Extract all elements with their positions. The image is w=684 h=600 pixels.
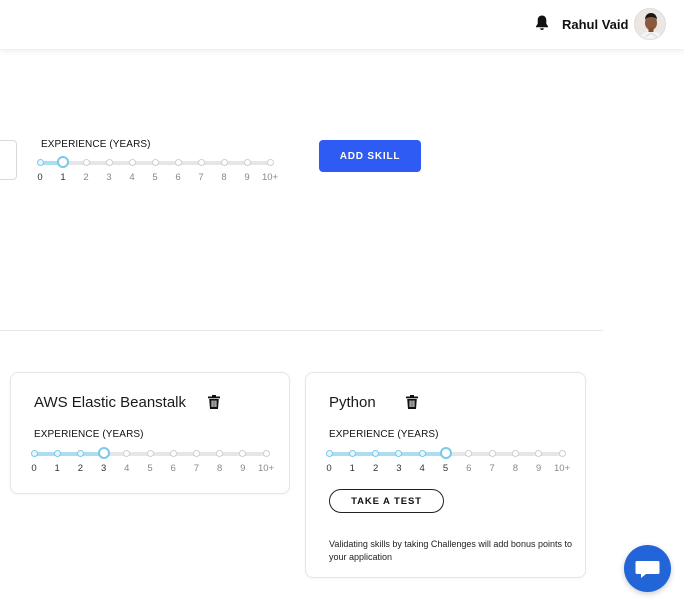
slider-tick[interactable] <box>558 450 566 457</box>
slider-scale-label: 10+ <box>261 172 279 183</box>
slider-scale-label: 9 <box>240 463 246 474</box>
slider-scale-label: 5 <box>152 172 158 183</box>
bell-icon[interactable] <box>534 14 550 32</box>
slider-scale-label: 7 <box>193 463 200 474</box>
slider-fill <box>34 452 104 456</box>
slider-scale-label: 4 <box>124 463 130 474</box>
slider-scale-label: 9 <box>536 463 542 474</box>
bonus-note: Validating skills by taking Challenges w… <box>329 539 572 562</box>
slider-scale-label: 10+ <box>257 463 275 474</box>
slider-tick[interactable] <box>105 159 113 166</box>
slider-scale-label: 2 <box>83 172 89 183</box>
slider-scale-label: 6 <box>466 463 472 474</box>
slider-scale-label: 7 <box>489 463 495 474</box>
slider-tick[interactable] <box>348 450 356 457</box>
slider-tick[interactable] <box>151 159 159 166</box>
slider-scale-label: 4 <box>419 463 425 474</box>
slider-scale-label: 1 <box>54 463 60 474</box>
slider-scale-label: 2 <box>77 463 84 474</box>
slider-scale-label: 5 <box>442 463 449 474</box>
slider-tick[interactable] <box>36 159 44 166</box>
skill-name: Python <box>329 394 376 411</box>
experience-label: EXPERIENCE (YEARS) <box>34 429 144 440</box>
experience-slider[interactable]: 0 1 2 3 4 5 6 7 8 9 10+ <box>325 447 570 474</box>
slider-scale-label: 1 <box>349 463 355 474</box>
top-bar: Rahul Vaid <box>0 0 684 50</box>
slider-tick[interactable] <box>76 450 84 457</box>
slider-scale-label: 3 <box>100 463 107 474</box>
slider-tick[interactable] <box>266 159 274 166</box>
slider-scale-label: 5 <box>147 463 153 474</box>
slider-scale-label: 3 <box>106 172 112 183</box>
slider-tick[interactable] <box>146 450 154 457</box>
slider-tick[interactable] <box>488 450 496 457</box>
slider-scale-label: 7 <box>198 172 204 183</box>
slider-tick[interactable] <box>511 450 519 457</box>
user-avatar[interactable] <box>634 8 666 40</box>
slider-tick[interactable] <box>169 450 177 457</box>
slider-thumb[interactable] <box>97 447 110 459</box>
slider-tick[interactable] <box>418 450 426 457</box>
add-skill-button[interactable]: ADD SKILL <box>319 140 421 172</box>
slider-scale-label: 6 <box>175 172 181 183</box>
slider-scale-label: 8 <box>216 463 223 474</box>
avatar-image <box>635 9 665 39</box>
slider-tick[interactable] <box>30 450 38 457</box>
trash-icon[interactable] <box>208 395 220 409</box>
slider-scale-label: 10+ <box>553 463 571 474</box>
slider-tick[interactable] <box>262 450 270 457</box>
slider-tick[interactable] <box>192 450 200 457</box>
slider-scale-label: 8 <box>221 172 227 183</box>
slider-thumb[interactable] <box>439 447 452 459</box>
experience-slider[interactable]: 0 1 2 3 4 5 6 7 8 9 10+ <box>30 447 274 474</box>
slider-fill <box>329 452 446 456</box>
slider-thumb[interactable] <box>57 156 69 168</box>
experience-label: EXPERIENCE (YEARS) <box>329 429 439 440</box>
slider-tick[interactable] <box>325 450 333 457</box>
slider-scale-label: 3 <box>396 463 402 474</box>
slider-scale-label: 2 <box>372 463 379 474</box>
chat-bubble-icon <box>635 561 660 578</box>
trash-icon[interactable] <box>406 395 418 409</box>
slider-scale-label: 9 <box>244 172 250 183</box>
slider-scale-label: 1 <box>60 172 66 183</box>
slider-scale-label: 8 <box>512 463 519 474</box>
slider-tick[interactable] <box>128 159 136 166</box>
slider-scale-label: 0 <box>37 172 43 183</box>
slider-tick[interactable] <box>174 159 182 166</box>
slider-scale-label: 6 <box>170 463 176 474</box>
slider-tick[interactable] <box>197 159 205 166</box>
slider-scale-label: 4 <box>129 172 135 183</box>
take-test-button[interactable]: TAKE A TEST <box>329 489 444 513</box>
skill-name-input[interactable] <box>0 140 17 180</box>
section-divider <box>0 330 603 331</box>
slider-scale-label: 0 <box>326 463 332 474</box>
skill-name: AWS Elastic Beanstalk <box>34 394 186 411</box>
experience-label: EXPERIENCE (YEARS) <box>41 139 151 150</box>
slider-tick[interactable] <box>53 450 61 457</box>
experience-slider[interactable]: 0 1 2 3 4 5 6 7 8 9 10+ <box>36 156 278 183</box>
username[interactable]: Rahul Vaid <box>562 17 628 32</box>
chat-button[interactable] <box>624 545 671 592</box>
slider-tick[interactable] <box>220 159 228 166</box>
slider-scale-label: 0 <box>31 463 37 474</box>
slider-tick[interactable] <box>82 159 90 166</box>
slider-tick[interactable] <box>243 159 251 166</box>
